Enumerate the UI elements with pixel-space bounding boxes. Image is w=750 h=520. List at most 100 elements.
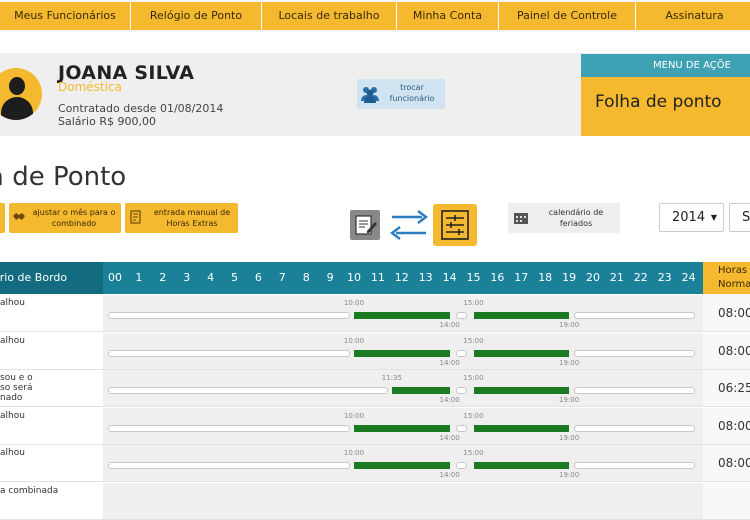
adjust-month-label: ajustar o mês para o combinado	[32, 208, 116, 228]
worked-segment[interactable]	[473, 312, 570, 319]
actions-menu-timesheet[interactable]: Folha de ponto	[581, 77, 750, 127]
hour-label: 6	[254, 271, 262, 284]
worked-segment[interactable]	[354, 462, 450, 469]
time-marker: 10:00	[343, 299, 365, 307]
hour-label: 19	[562, 271, 577, 284]
hour-label: 1	[135, 271, 143, 284]
time-marker: 11:35	[381, 374, 402, 382]
hour-label: 11	[370, 271, 385, 284]
worked-segment[interactable]	[473, 387, 570, 394]
time-marker: 15:00	[463, 336, 484, 345]
timeline-track	[574, 387, 695, 394]
nav-meus-funcionarios[interactable]: Meus Funcionários	[0, 2, 131, 30]
hour-label: 22	[633, 271, 648, 284]
actions-menu-header: MENU DE AÇÕE	[581, 54, 750, 77]
list-icon[interactable]	[433, 204, 477, 246]
table-row[interactable]: sou e o so será nado 11:35 15:00 14:00 19:00…	[0, 370, 750, 407]
time-marker: 19:00	[559, 396, 580, 404]
handshake-icon	[13, 213, 25, 220]
worked-segment[interactable]	[354, 312, 450, 319]
worked-segment[interactable]	[473, 462, 570, 469]
hour-label: 16	[490, 271, 505, 284]
nav-assinatura[interactable]: Assinatura	[636, 2, 750, 30]
hour-label: 12	[394, 271, 409, 284]
timeline-track	[108, 349, 350, 357]
swap-arrows-icon[interactable]	[386, 203, 432, 247]
time-marker: 14:00	[439, 358, 460, 367]
time-marker: 15:00	[463, 374, 484, 382]
timeline-track	[108, 387, 388, 394]
nav-minha-conta[interactable]: Minha Conta	[397, 2, 499, 30]
nav-painel-de-controle[interactable]: Painel de Controle	[499, 2, 636, 30]
table-row[interactable]: alhou 10:00 15:00 14:00 19:00 08:00	[0, 332, 750, 370]
table-row[interactable]: alhou 10:00 15:00 14:00 19:00 08:00	[0, 445, 750, 482]
time-marker: 14:00	[439, 396, 460, 404]
hour-label: 7	[278, 271, 286, 284]
timeline[interactable]: 11:35 15:00 14:00 19:00	[103, 370, 703, 406]
worked-segment[interactable]	[354, 424, 450, 432]
timeline[interactable]	[103, 482, 703, 519]
timeline-track	[108, 312, 350, 319]
normal-hours-value: 08:00	[703, 445, 750, 481]
day-label: a combinada	[0, 485, 59, 496]
normal-hours-value	[703, 482, 750, 519]
year-select-value: 2014	[672, 210, 706, 225]
timeline[interactable]: 10:00 15:00 14:00 19:00	[103, 295, 703, 331]
page-title: a de Ponto	[0, 162, 127, 192]
adjust-month-button[interactable]: ajustar o mês para o combinado	[9, 203, 121, 233]
hour-label: 24	[681, 271, 696, 284]
nav-relogio-de-ponto[interactable]: Relógio de Ponto	[131, 2, 262, 30]
time-marker: 10:00	[343, 336, 365, 345]
day-label: alhou	[0, 448, 25, 458]
time-marker: 14:00	[439, 471, 460, 479]
table-row[interactable]: alhou 10:00 15:00 14:00 19:00 08:00	[0, 295, 750, 332]
table-row[interactable]: alhou 10:00 15:00 14:00 19:00 08:00	[0, 407, 750, 445]
hour-label: 23	[657, 271, 672, 284]
timeline-track	[574, 312, 695, 319]
day-label: sou e o so será nado	[0, 373, 33, 403]
time-marker: 14:00	[439, 433, 460, 442]
time-marker: 15:00	[463, 449, 484, 457]
time-marker: 19:00	[559, 471, 580, 479]
worked-segment[interactable]	[391, 387, 450, 394]
day-label: alhou	[0, 335, 25, 346]
timeline-track	[455, 312, 468, 319]
table-row[interactable]: a combinada	[0, 482, 750, 520]
month-select[interactable]: S	[729, 203, 750, 232]
worked-segment[interactable]	[473, 424, 570, 432]
edit-icon[interactable]	[350, 210, 380, 240]
timeline[interactable]: 10:00 15:00 14:00 19:00	[103, 445, 703, 481]
hour-label: 00	[108, 271, 122, 284]
switch-employee-button[interactable]: trocar funcionário	[357, 79, 445, 109]
hour-label: 2	[159, 271, 167, 284]
hour-label: 9	[326, 271, 334, 284]
toolbar-button-cut[interactable]	[0, 203, 5, 233]
hour-label: 3	[183, 271, 191, 284]
timeline[interactable]: 10:00 15:00 14:00 19:00	[103, 407, 703, 444]
timeline-track	[108, 424, 350, 432]
timeline[interactable]: 10:00 15:00 14:00 19:00	[103, 332, 703, 369]
normal-hours-value: 06:25	[703, 370, 750, 406]
normal-hours-value: 08:00	[703, 295, 750, 331]
time-marker: 15:00	[463, 411, 484, 420]
nav-locais-de-trabalho[interactable]: Locais de trabalho	[262, 2, 397, 30]
holiday-calendar-button[interactable]: calendário de feriados	[508, 203, 620, 233]
hour-label: 5	[231, 271, 238, 284]
top-navigation: Meus Funcionários Relógio de Ponto Locai…	[0, 0, 750, 32]
timesheet-header: ário de Bordo 00 1 2 3 4 5 6 7 8 9 10 11 12 13 14 15 16 1…	[0, 262, 703, 294]
time-marker: 10:00	[343, 449, 365, 457]
year-select[interactable]: 2014 ▼	[659, 203, 724, 232]
employee-role: Doméstica	[58, 80, 122, 94]
timeline-track	[455, 387, 468, 394]
actions-menu: MENU DE AÇÕE Folha de ponto	[581, 54, 750, 136]
manual-overtime-button[interactable]: entrada manual de Horas Extras	[125, 203, 238, 233]
calendar-icon	[514, 213, 528, 224]
worked-segment[interactable]	[473, 349, 570, 357]
timeline-track	[455, 462, 468, 469]
normal-hours-header: Horas Norma	[703, 262, 750, 294]
holiday-calendar-label: calendário de feriados	[548, 208, 604, 228]
time-marker: 19:00	[559, 358, 580, 367]
hour-label: 17	[514, 271, 529, 284]
timeline-track	[574, 462, 695, 469]
worked-segment[interactable]	[354, 349, 450, 357]
